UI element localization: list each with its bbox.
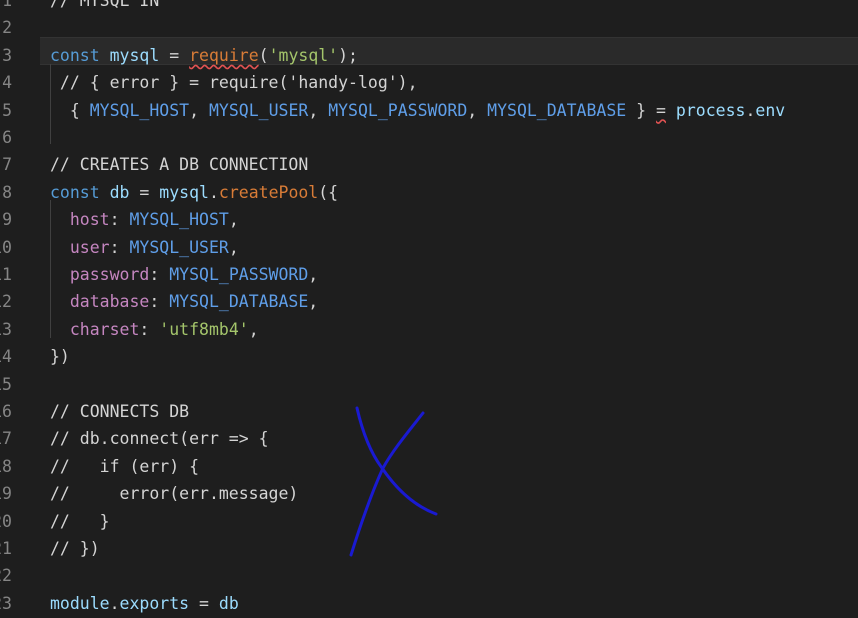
cross-stroke-2 <box>349 411 425 557</box>
code-editor[interactable]: 1234567891011121314151617181920212223 //… <box>0 0 858 618</box>
hand-drawn-cross-mark <box>349 406 438 557</box>
cross-stroke-1 <box>355 406 438 516</box>
